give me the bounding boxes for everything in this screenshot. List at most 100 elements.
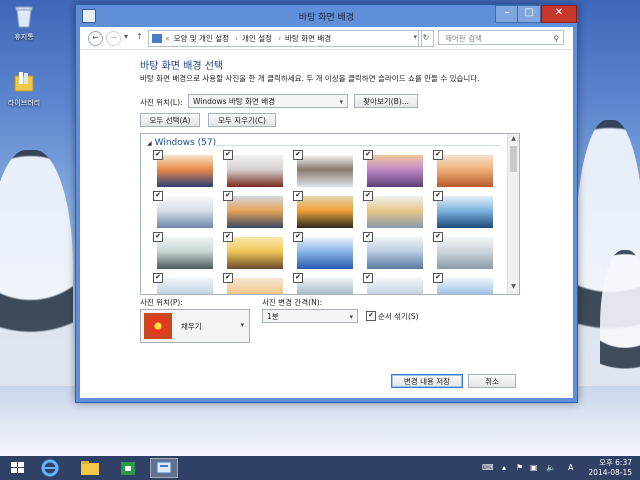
picture-location-label: 사진 위치(L): bbox=[140, 98, 183, 107]
network-icon[interactable]: ▣ bbox=[530, 463, 538, 472]
store-taskbar-button[interactable] bbox=[114, 458, 142, 478]
breadcrumb-personalization[interactable]: 개인 설정 bbox=[242, 33, 272, 44]
cancel-button[interactable]: 취소 bbox=[468, 374, 516, 388]
thumbnail-checkbox[interactable]: ✔ bbox=[293, 150, 303, 160]
wallpaper-image bbox=[297, 237, 353, 269]
start-button[interactable] bbox=[4, 458, 32, 478]
address-bar[interactable]: « 모양 및 개인 설정 › 개인 설정 › 바탕 화면 배경 ▾ bbox=[148, 30, 422, 47]
show-hidden-icons-icon[interactable]: ▴ bbox=[502, 463, 506, 472]
wallpaper-image bbox=[157, 155, 213, 187]
wallpaper-image bbox=[367, 278, 423, 294]
select-all-button[interactable]: 모두 선택(A) bbox=[140, 113, 200, 127]
maximize-button[interactable]: □ bbox=[517, 5, 541, 23]
refresh-button[interactable]: ↻ bbox=[418, 30, 434, 47]
wallpaper-image bbox=[367, 237, 423, 269]
thumbnail-checkbox[interactable]: ✔ bbox=[433, 150, 443, 160]
wallpaper-thumbnail[interactable]: ✔ bbox=[153, 191, 215, 229]
clock-date: 2014-08-15 bbox=[588, 468, 632, 477]
wallpaper-thumbnail[interactable]: ✔ bbox=[293, 232, 355, 270]
shuffle-checkbox[interactable]: ✔ bbox=[366, 311, 376, 321]
wallpaper-thumbnail[interactable]: ✔ bbox=[433, 191, 495, 229]
scroll-thumb[interactable] bbox=[510, 146, 517, 172]
wallpaper-thumbnail[interactable]: ✔ bbox=[293, 273, 355, 294]
picture-location-select[interactable]: Windows 바탕 화면 배경 ▾ bbox=[188, 94, 348, 108]
thumbnail-checkbox[interactable]: ✔ bbox=[363, 150, 373, 160]
wallpaper-thumbnail[interactable]: ✔ bbox=[153, 232, 215, 270]
wallpaper-thumbnail[interactable]: ✔ bbox=[223, 191, 285, 229]
thumbnail-checkbox[interactable]: ✔ bbox=[223, 150, 233, 160]
gallery-group-header[interactable]: ◢ Windows (57) bbox=[147, 138, 216, 148]
wallpaper-thumbnail[interactable]: ✔ bbox=[223, 273, 285, 294]
up-button[interactable]: ↑ bbox=[136, 32, 143, 41]
thumbnail-checkbox[interactable]: ✔ bbox=[363, 191, 373, 201]
back-button[interactable]: ← bbox=[88, 31, 103, 46]
thumbnail-checkbox[interactable]: ✔ bbox=[293, 273, 303, 283]
thumbnail-checkbox[interactable]: ✔ bbox=[433, 273, 443, 283]
file-explorer-taskbar-button[interactable] bbox=[76, 458, 104, 478]
forward-button[interactable]: → bbox=[106, 31, 121, 46]
minimize-button[interactable]: – bbox=[495, 5, 519, 23]
control-panel-taskbar-button[interactable] bbox=[150, 458, 178, 478]
action-center-flag-icon[interactable]: ⚑ bbox=[516, 463, 523, 472]
thumbnail-checkbox[interactable]: ✔ bbox=[153, 150, 163, 160]
input-language-indicator[interactable]: A bbox=[568, 463, 573, 472]
thumbnail-checkbox[interactable]: ✔ bbox=[223, 232, 233, 242]
thumbnail-checkbox[interactable]: ✔ bbox=[363, 232, 373, 242]
interval-select[interactable]: 1분 ▾ bbox=[262, 309, 358, 323]
scroll-up-icon[interactable]: ▲ bbox=[508, 135, 519, 145]
save-changes-button[interactable]: 변경 내용 저장 bbox=[391, 374, 463, 388]
thumbnail-checkbox[interactable]: ✔ bbox=[363, 273, 373, 283]
clear-all-button[interactable]: 모두 지우기(C) bbox=[208, 113, 276, 127]
wallpaper-thumbnail[interactable]: ✔ bbox=[433, 150, 495, 188]
wallpaper-thumbnail[interactable]: ✔ bbox=[293, 191, 355, 229]
internet-explorer-taskbar-button[interactable] bbox=[36, 458, 64, 478]
recycle-bin-desktop-icon[interactable]: 휴지통 bbox=[4, 4, 44, 42]
page-description: 바탕 화면 배경으로 사용할 사진을 한 개 클릭하세요. 두 개 이상을 클릭… bbox=[140, 74, 480, 83]
wallpaper-thumbnail[interactable]: ✔ bbox=[363, 273, 425, 294]
taskbar-clock[interactable]: 오후 6:37 2014-08-15 bbox=[588, 458, 632, 478]
thumbnail-checkbox[interactable]: ✔ bbox=[433, 191, 443, 201]
breadcrumb-overflow[interactable]: « bbox=[165, 34, 170, 43]
thumbnail-checkbox[interactable]: ✔ bbox=[153, 191, 163, 201]
position-preview-image bbox=[144, 313, 172, 339]
recycle-bin-label: 휴지통 bbox=[14, 33, 34, 41]
wallpaper-thumbnail[interactable]: ✔ bbox=[293, 150, 355, 188]
snow-tree-left bbox=[0, 150, 73, 410]
volume-icon[interactable]: 🔈 bbox=[546, 463, 556, 472]
close-button[interactable]: ✕ bbox=[541, 5, 577, 23]
address-dropdown-icon[interactable]: ▾ bbox=[413, 33, 417, 41]
gallery-scrollbar[interactable]: ▲ ▼ bbox=[507, 134, 519, 294]
wallpaper-thumbnail[interactable]: ✔ bbox=[363, 150, 425, 188]
search-input[interactable]: 제어판 검색 ⚲ bbox=[438, 30, 564, 45]
breadcrumb-separator: › bbox=[278, 34, 282, 43]
libraries-desktop-icon[interactable]: 라이브러리 bbox=[4, 70, 44, 108]
search-icon[interactable]: ⚲ bbox=[554, 31, 560, 46]
shuffle-label[interactable]: 순서 섞기(S) bbox=[378, 311, 419, 322]
browse-button[interactable]: 찾아보기(B)... bbox=[354, 94, 418, 108]
wallpaper-thumbnail[interactable]: ✔ bbox=[433, 273, 495, 294]
thumbnail-checkbox[interactable]: ✔ bbox=[153, 273, 163, 283]
breadcrumb-desktop-background[interactable]: 바탕 화면 배경 bbox=[285, 33, 331, 44]
wallpaper-thumbnail[interactable]: ✔ bbox=[223, 232, 285, 270]
thumbnail-checkbox[interactable]: ✔ bbox=[223, 273, 233, 283]
wallpaper-thumbnail[interactable]: ✔ bbox=[223, 150, 285, 188]
title-bar[interactable]: 바탕 화면 배경 – □ ✕ bbox=[76, 5, 577, 27]
thumbnail-checkbox[interactable]: ✔ bbox=[293, 191, 303, 201]
breadcrumb-appearance[interactable]: 모양 및 개인 설정 bbox=[174, 33, 229, 44]
thumbnail-checkbox[interactable]: ✔ bbox=[293, 232, 303, 242]
recent-pages-dropdown[interactable]: ▾ bbox=[124, 32, 128, 41]
collapse-triangle-icon[interactable]: ◢ bbox=[147, 140, 152, 147]
thumbnail-checkbox[interactable]: ✔ bbox=[433, 232, 443, 242]
thumbnail-checkbox[interactable]: ✔ bbox=[223, 191, 233, 201]
wallpaper-thumbnail[interactable]: ✔ bbox=[363, 191, 425, 229]
wallpaper-thumbnail[interactable]: ✔ bbox=[363, 232, 425, 270]
scroll-down-icon[interactable]: ▼ bbox=[508, 283, 519, 293]
touch-keyboard-icon[interactable]: ⌨ bbox=[482, 463, 494, 472]
thumbnail-checkbox[interactable]: ✔ bbox=[153, 232, 163, 242]
picture-position-select[interactable]: 채우기 ▾ bbox=[140, 309, 250, 343]
recycle-bin-icon bbox=[15, 6, 33, 28]
wallpaper-thumbnail[interactable]: ✔ bbox=[153, 150, 215, 188]
wallpaper-thumbnail[interactable]: ✔ bbox=[153, 273, 215, 294]
wallpaper-image bbox=[227, 237, 283, 269]
wallpaper-thumbnail[interactable]: ✔ bbox=[433, 232, 495, 270]
